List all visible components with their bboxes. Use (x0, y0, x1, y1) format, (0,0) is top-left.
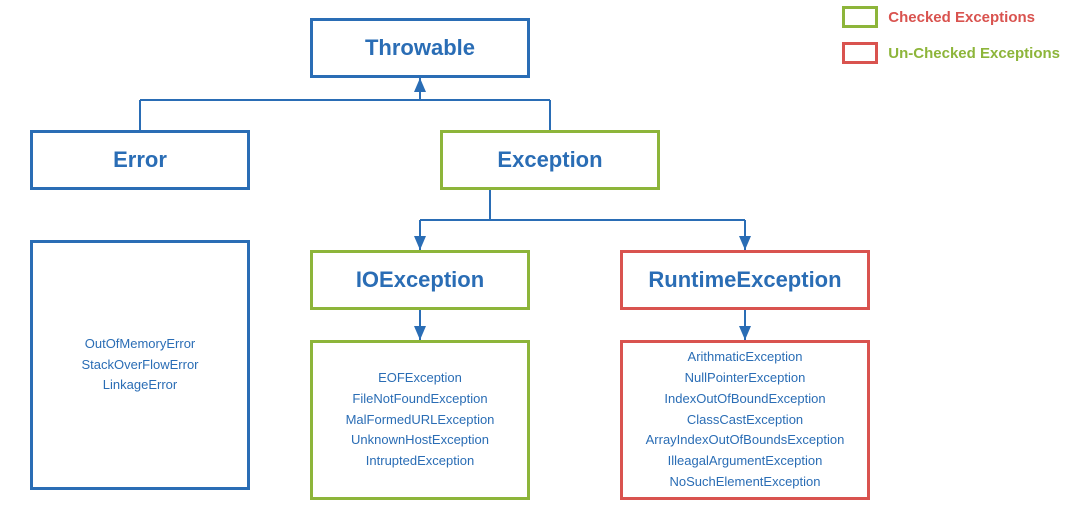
legend-unchecked-box (842, 42, 878, 64)
error-box: Error (30, 130, 250, 190)
legend-unchecked: Un-Checked Exceptions (842, 42, 1060, 64)
runtimeexception-label: RuntimeException (648, 267, 841, 293)
runtime-items: ArithmaticException NullPointerException… (646, 347, 845, 493)
ioexception-box: IOException (310, 250, 530, 310)
throwable-label: Throwable (365, 35, 475, 61)
ioexception-label: IOException (356, 267, 484, 293)
legend-checked-label: Checked Exceptions (888, 9, 1035, 26)
legend-unchecked-label: Un-Checked Exceptions (888, 45, 1060, 62)
exception-box: Exception (440, 130, 660, 190)
legend-checked: Checked Exceptions (842, 6, 1060, 28)
ioexception-content-box: EOFException FileNotFoundException MalFo… (310, 340, 530, 500)
diagram: Throwable Error OutOfMemoryError StackOv… (0, 0, 1080, 528)
runtimeexception-content-box: ArithmaticException NullPointerException… (620, 340, 870, 500)
legend-checked-box (842, 6, 878, 28)
exception-label: Exception (497, 147, 602, 173)
runtimeexception-box: RuntimeException (620, 250, 870, 310)
legend: Checked Exceptions Un-Checked Exceptions (842, 6, 1060, 64)
error-content-box: OutOfMemoryError StackOverFlowError Link… (30, 240, 250, 490)
error-label: Error (113, 147, 167, 173)
ioexception-items: EOFException FileNotFoundException MalFo… (346, 368, 495, 472)
throwable-box: Throwable (310, 18, 530, 78)
error-items: OutOfMemoryError StackOverFlowError Link… (81, 334, 198, 396)
